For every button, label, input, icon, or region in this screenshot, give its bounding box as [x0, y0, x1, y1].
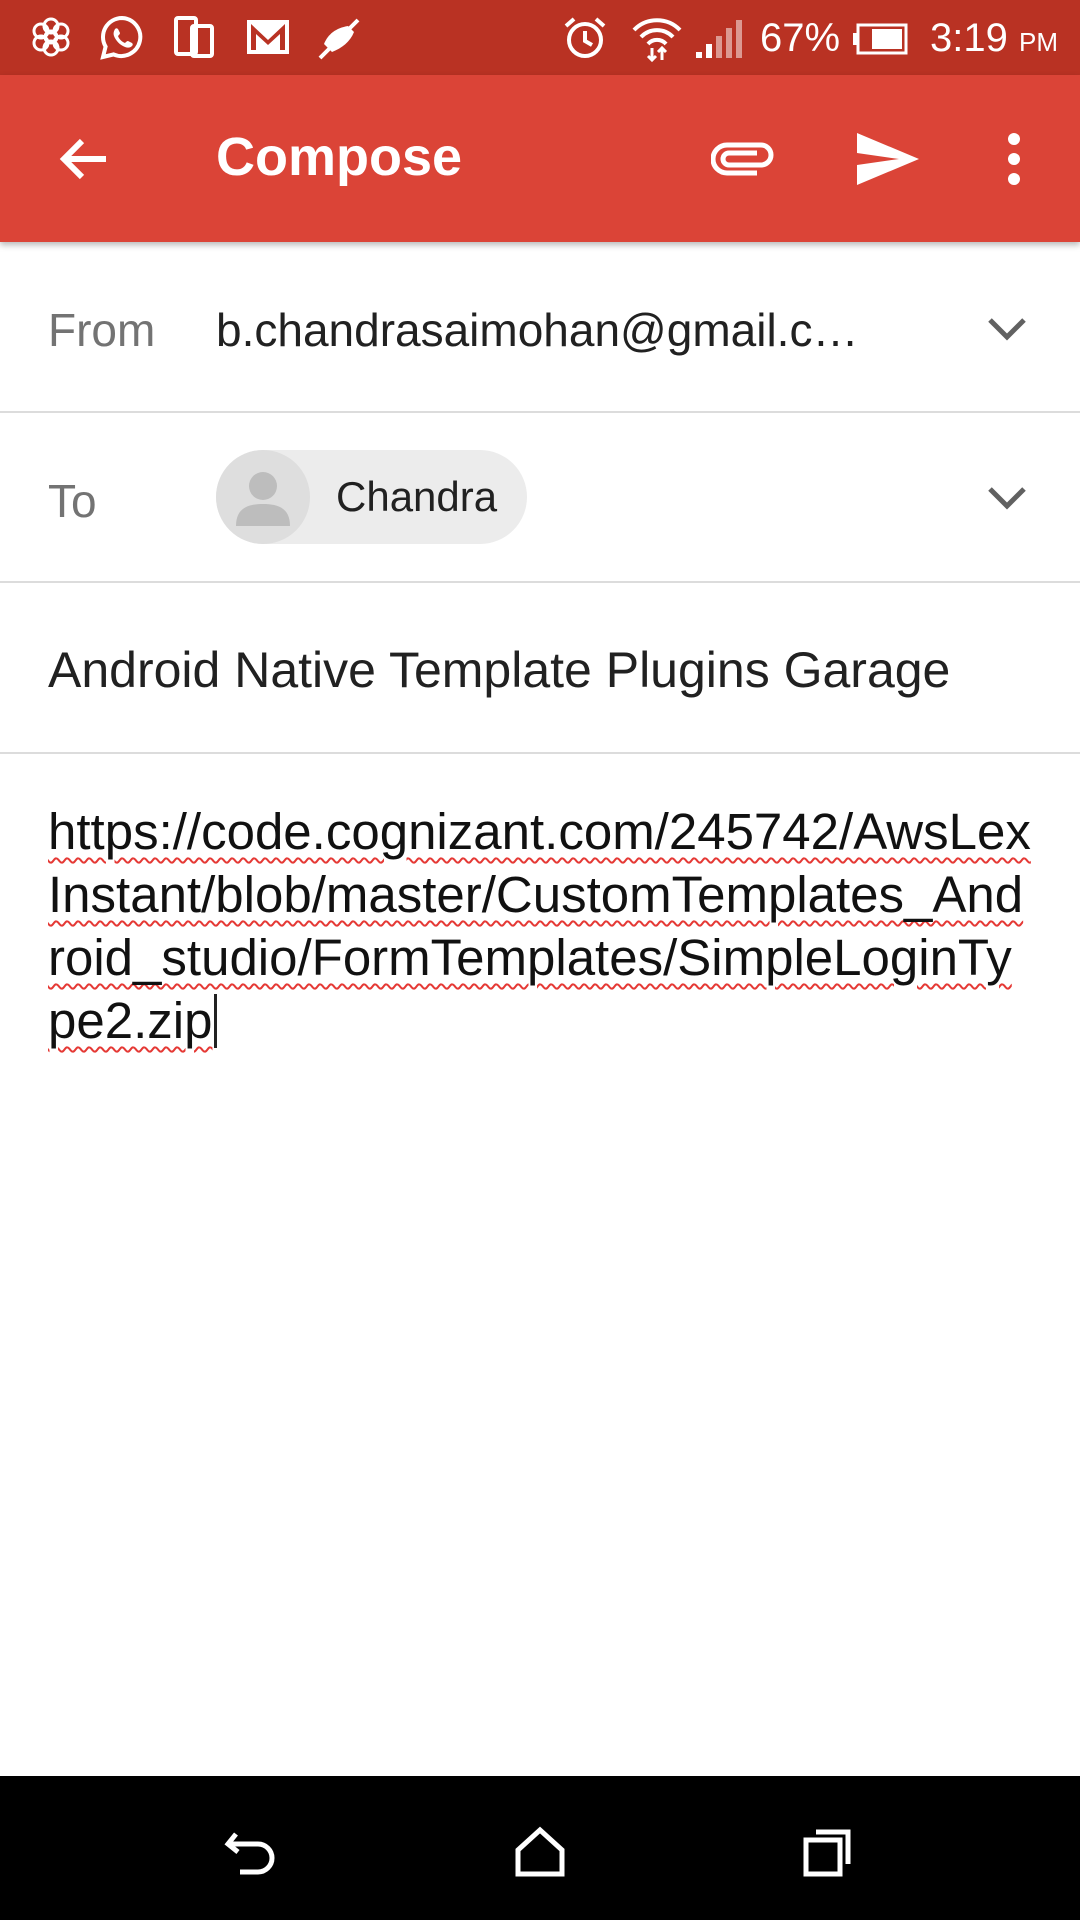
- subject-field[interactable]: Android Native Template Plugins Garage: [48, 640, 950, 700]
- flower-icon: [32, 17, 70, 57]
- from-account[interactable]: b.chandrasaimohan@gmail.c…: [216, 302, 858, 358]
- app-bar: Compose: [0, 75, 1080, 242]
- compose-body[interactable]: https://code.cognizant.com/245742/AwsLex…: [48, 800, 1038, 1052]
- home-icon: [515, 1826, 565, 1877]
- from-label: From: [48, 304, 156, 356]
- attach-icon: [711, 142, 774, 176]
- phone-tablet-icon: [174, 16, 214, 58]
- text-cursor: [214, 994, 218, 1048]
- clock-ampm: PM: [1018, 27, 1058, 57]
- nav-back-button[interactable]: [212, 1812, 292, 1892]
- more-vert-icon: [1008, 133, 1020, 185]
- nav-home-button[interactable]: [500, 1812, 580, 1892]
- gmail-icon: [247, 20, 289, 54]
- recents-icon: [803, 1829, 851, 1877]
- back-button[interactable]: [48, 123, 120, 195]
- muted-icon: [318, 18, 360, 60]
- more-options-button[interactable]: [978, 123, 1050, 195]
- back-arrow-icon: [59, 138, 106, 180]
- send-icon: [857, 133, 919, 185]
- wifi-icon: [632, 18, 682, 63]
- person-icon: [236, 472, 290, 526]
- to-row[interactable]: To: [0, 413, 1080, 583]
- whatsapp-icon: [100, 15, 143, 60]
- battery-percent: 67%: [760, 16, 841, 60]
- alarm-icon: [564, 17, 606, 58]
- clock-time: 3:19: [930, 16, 1008, 60]
- recipient-name: Chandra: [336, 473, 498, 520]
- nav-bar: [0, 1776, 1080, 1920]
- recipient-chip[interactable]: Chandra: [216, 450, 527, 544]
- chevron-down-icon[interactable]: [982, 304, 1032, 354]
- clock: 3:19 PM: [930, 14, 1058, 66]
- page-title: Compose: [216, 127, 463, 187]
- from-row[interactable]: From b.chandrasaimohan@gmail.c…: [0, 242, 1080, 413]
- battery-icon: [853, 23, 908, 55]
- status-bar: 67% 3:19 PM: [0, 0, 1080, 75]
- send-button[interactable]: [852, 123, 924, 195]
- signal-icon: [696, 20, 742, 58]
- avatar: [216, 450, 310, 544]
- to-label: To: [48, 475, 97, 527]
- back-icon: [224, 1832, 275, 1875]
- nav-recents-button[interactable]: [788, 1812, 868, 1892]
- body-text: https://code.cognizant.com/245742/AwsLex…: [48, 803, 1031, 1049]
- chevron-down-icon[interactable]: [982, 473, 1032, 523]
- attach-button[interactable]: [708, 123, 780, 195]
